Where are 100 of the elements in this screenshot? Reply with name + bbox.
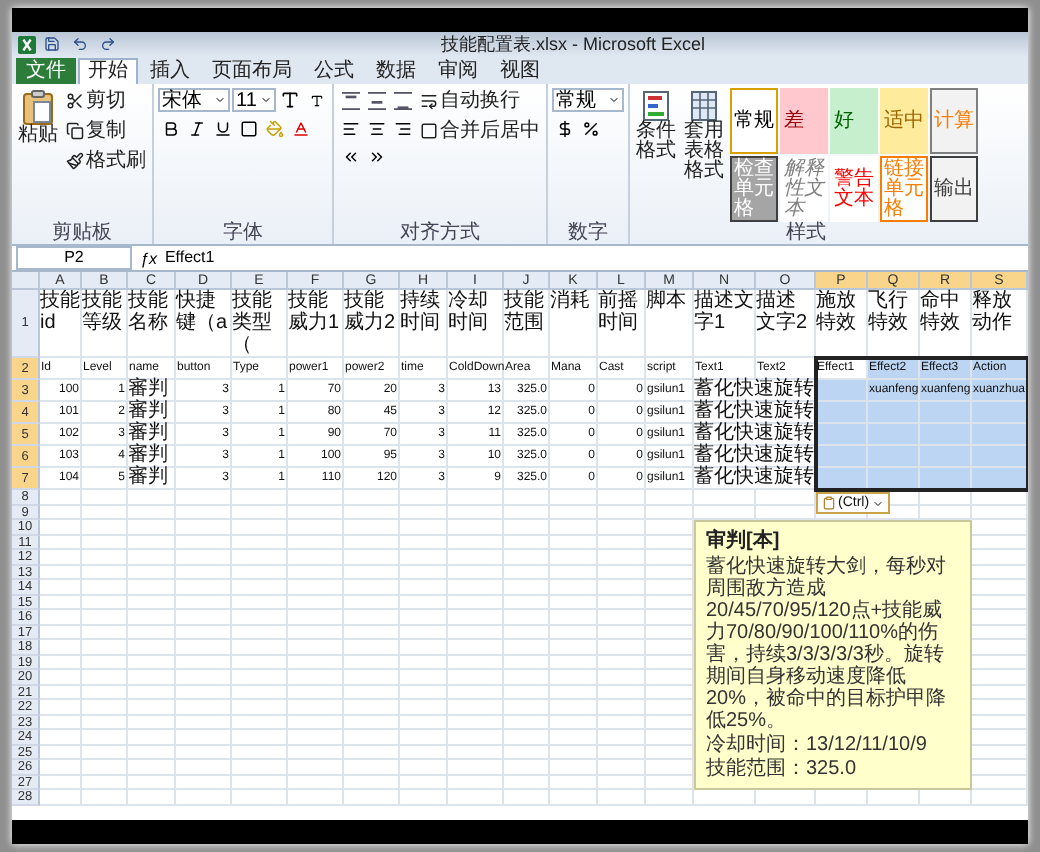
- cell-style-option[interactable]: 输出: [930, 156, 978, 222]
- name-box[interactable]: P2: [16, 246, 132, 270]
- table-cell: [972, 424, 1028, 446]
- caret-icon: [260, 94, 272, 106]
- merge-center-button[interactable]: 合并后居中: [418, 118, 542, 144]
- cell-style-option[interactable]: 常规: [730, 88, 778, 154]
- column-title: 释放动作: [972, 290, 1028, 358]
- insert-function-button[interactable]: ƒx: [140, 249, 157, 267]
- middle-align-button[interactable]: [364, 88, 388, 112]
- currency-icon: [555, 119, 573, 137]
- align-left-icon: [341, 119, 359, 137]
- ribbon-tab[interactable]: 插入: [140, 58, 200, 84]
- copy-button[interactable]: 复制: [64, 118, 148, 144]
- align-right-icon: [393, 119, 411, 137]
- fill-color-button[interactable]: [262, 116, 286, 140]
- cut-button[interactable]: 剪切: [64, 88, 148, 114]
- paste-button[interactable]: 粘贴: [16, 88, 60, 222]
- column-title: 命中特效: [920, 290, 972, 358]
- column-title: 技能等级: [82, 290, 128, 358]
- comment-text: 冷却时间：13/12/11/10/9: [706, 734, 929, 756]
- table-cell: 審判: [128, 380, 176, 402]
- excel-logo-icon: [18, 35, 36, 53]
- table-cell: 審判: [128, 424, 176, 446]
- ribbon-tab[interactable]: 页面布局: [202, 58, 302, 84]
- table-cell: [920, 424, 972, 446]
- cell-style-option[interactable]: 差: [780, 88, 828, 154]
- file-tab[interactable]: 文件: [16, 58, 76, 84]
- bar-table-icon: [642, 90, 670, 122]
- column-title: 持续时间: [400, 290, 448, 358]
- table-cell: 蓄化快速旋转: [694, 424, 816, 446]
- table-cell: 審判: [128, 446, 176, 468]
- cell-style-option[interactable]: 适中: [880, 88, 928, 154]
- underline-icon: [213, 119, 231, 137]
- percent-icon: [581, 119, 599, 137]
- font-grow-icon: [280, 90, 300, 110]
- column-title: 技能范围: [504, 290, 550, 358]
- cell-style-option[interactable]: 好: [830, 88, 878, 154]
- ribbon-tab[interactable]: 视图: [490, 58, 550, 84]
- font-shrink-icon: [309, 93, 323, 107]
- caret-icon: [214, 94, 226, 106]
- table-cell: [920, 468, 972, 490]
- group-label: 剪贴板: [50, 222, 114, 244]
- window-title: 技能配置表.xlsx - Microsoft Excel: [440, 31, 705, 57]
- undo-button[interactable]: [68, 32, 92, 56]
- formula-field[interactable]: Effect1: [164, 248, 1024, 268]
- column-title: 飞行特效: [868, 290, 920, 358]
- table-cell: 蓄化快速旋转: [694, 446, 816, 468]
- format-as-table-button[interactable]: 套用表格格式: [682, 88, 726, 222]
- cell-style-option[interactable]: 警告文本: [830, 156, 878, 222]
- vertical-align-icon: [393, 91, 411, 109]
- percent-button[interactable]: [578, 116, 602, 140]
- border-icon: [239, 119, 257, 137]
- copy-icon: [66, 122, 84, 140]
- format-painter-button[interactable]: 格式刷: [64, 148, 148, 174]
- table-cell: [868, 424, 920, 446]
- group-label: 字体: [221, 222, 265, 244]
- decrease-indent-icon: [341, 147, 359, 165]
- font-color-button[interactable]: [288, 116, 312, 140]
- bottom-align-button[interactable]: [390, 88, 414, 112]
- group-label: 数字: [566, 222, 610, 244]
- table-cell: 蓄化快速旋转: [694, 402, 816, 424]
- column-title: 快捷键（a: [176, 290, 232, 358]
- top-align-button[interactable]: [338, 88, 362, 112]
- table-cell: [816, 446, 868, 468]
- table-cell: [920, 446, 972, 468]
- table-icon: [690, 90, 718, 122]
- table-cell: [868, 402, 920, 424]
- bold-icon: [161, 119, 179, 137]
- table-cell: [816, 380, 868, 402]
- redo-icon: [100, 36, 116, 52]
- column-title: 描述文字1: [694, 290, 756, 358]
- clipboard-icon: [822, 496, 836, 510]
- border-button[interactable]: [236, 116, 260, 140]
- table-cell: 蓄化快速旋转: [694, 380, 816, 402]
- ribbon-tab[interactable]: 数据: [366, 58, 426, 84]
- conditional-formatting-button[interactable]: 条件格式: [634, 88, 678, 222]
- caret-icon: [608, 94, 620, 106]
- wrap-text-button[interactable]: 自动换行: [418, 88, 542, 114]
- vertical-align-icon: [367, 91, 385, 109]
- font-size-field[interactable]: 11: [232, 88, 276, 112]
- paintbrush-icon: [66, 152, 84, 170]
- font-grow-button[interactable]: [278, 88, 302, 112]
- column-title: 描述文字2: [756, 290, 816, 358]
- save-button[interactable]: [40, 32, 64, 56]
- comment-title: 审判[本]: [706, 530, 782, 554]
- underline-button[interactable]: [210, 116, 234, 140]
- redo-button[interactable]: [96, 32, 120, 56]
- column-title: 冷却时间: [448, 290, 504, 358]
- ribbon-tab[interactable]: 审阅: [428, 58, 488, 84]
- merge-cells-icon: [420, 122, 438, 140]
- number-format-field[interactable]: 常规: [552, 88, 624, 112]
- column-title: 前摇时间: [598, 290, 646, 358]
- table-cell: [972, 446, 1028, 468]
- ribbon-tab[interactable]: 开始: [78, 58, 138, 84]
- undo-icon: [72, 36, 88, 52]
- table-cell: 審判: [128, 402, 176, 424]
- table-cell: [868, 468, 920, 490]
- font-name-field[interactable]: 宋体: [158, 88, 230, 112]
- ribbon-tab[interactable]: 公式: [304, 58, 364, 84]
- cell-style-option[interactable]: 解释性文本: [780, 156, 828, 222]
